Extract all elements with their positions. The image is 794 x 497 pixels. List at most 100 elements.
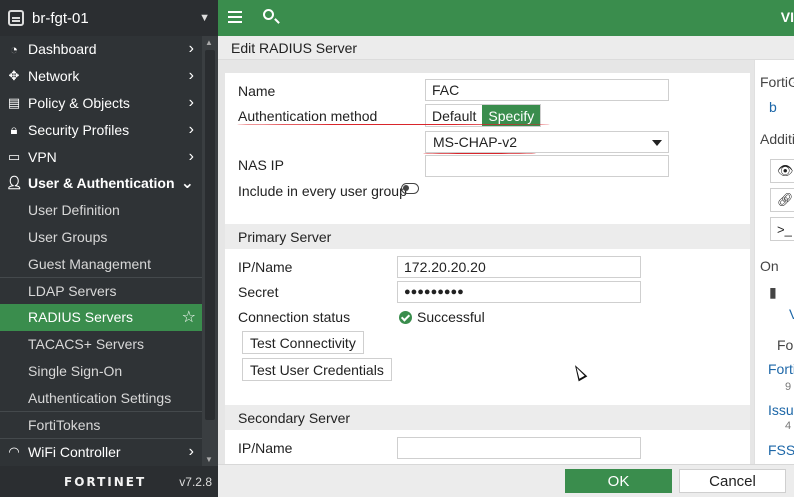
chevron-right-icon: › — [188, 147, 194, 165]
monitor-icon: ▭ — [7, 148, 21, 164]
sidebar-scrollbar[interactable]: ▲ ▼ — [202, 36, 218, 466]
nas-ip-input[interactable] — [425, 155, 669, 177]
nav-ldap-servers[interactable]: LDAP Servers — [0, 277, 202, 304]
nav-label: Dashboard — [28, 41, 97, 58]
nav-policy-objects[interactable]: ▤ Policy & Objects › — [0, 90, 202, 117]
info-device-link[interactable]: b — [769, 99, 777, 115]
device-selector[interactable]: br-fgt-01 ▼ — [0, 0, 218, 36]
nav-label: Guest Management — [28, 255, 151, 272]
primary-server-section: Primary Server — [225, 224, 750, 249]
check-circle-icon — [399, 310, 412, 324]
test-connectivity-button[interactable]: Test Connectivity — [242, 331, 364, 354]
forum-link-3[interactable]: FSSC — [768, 442, 794, 458]
scroll-down-icon[interactable]: ▼ — [205, 455, 213, 464]
info-additional-label: Additi — [760, 131, 794, 147]
wifi-icon: ◠ — [8, 443, 20, 459]
nav-authentication-settings[interactable]: Authentication Settings — [0, 384, 202, 411]
primary-secret-label: Secret — [238, 284, 279, 300]
secondary-server-section: Secondary Server — [225, 405, 750, 430]
network-icon: ✥ — [8, 68, 20, 84]
info-fortigate-label: FortiG — [760, 74, 794, 90]
fortinet-logo: FORTINET — [64, 474, 147, 489]
name-input[interactable]: FAC — [425, 79, 669, 101]
view-button[interactable]: 👁︎ — [770, 159, 794, 183]
info-forum-label: Fo — [777, 337, 794, 353]
nav-menu: ◔ Dashboard › ✥ Network › ▤ Policy & Objects ›… — [0, 36, 202, 465]
sidebar: br-fgt-01 ▼ ◔ Dashboard › ✥ Network › ▤ Polic… — [0, 0, 218, 497]
dropdown-caret-icon — [652, 140, 662, 146]
cli-button[interactable]: >_ — [770, 217, 794, 241]
device-name: br-fgt-01 — [32, 9, 89, 27]
star-icon[interactable]: ☆ — [182, 307, 196, 327]
auth-specify-option[interactable]: Specify — [482, 105, 541, 126]
policy-icon: ▤ — [7, 94, 21, 110]
auth-protocol-select[interactable]: MS-CHAP-v2 — [425, 131, 669, 153]
nav-user-authentication[interactable]: 👤︎ User & Authentication ⌄ — [0, 170, 202, 197]
nav-tacacs-servers[interactable]: TACACS+ Servers — [0, 331, 202, 358]
red-annotation-underline — [423, 153, 536, 154]
nav-label: User & Authentication — [28, 175, 175, 192]
auth-protocol-value: MS-CHAP-v2 — [433, 134, 518, 150]
nav-label: User Definition — [28, 202, 120, 219]
secondary-ip-label: IP/Name — [238, 440, 293, 456]
terminal-icon: >_ — [777, 221, 792, 237]
dialog-footer: OK Cancel — [218, 464, 794, 497]
connection-status: Successful — [399, 309, 485, 325]
cancel-button[interactable]: Cancel — [679, 469, 786, 493]
search-icon[interactable] — [263, 9, 274, 20]
nav-label: Security Profiles — [28, 121, 130, 138]
primary-ip-input[interactable]: 172.20.20.20 — [397, 256, 641, 278]
connection-status-label: Connection status — [238, 309, 351, 325]
red-annotation-underline — [237, 124, 550, 125]
chevron-down-icon: ▼ — [199, 12, 210, 24]
nav-label: Network — [28, 68, 80, 85]
ok-button[interactable]: OK — [565, 469, 672, 493]
nav-guest-management[interactable]: Guest Management — [0, 250, 202, 277]
nav-label: FortiTokens — [28, 417, 101, 434]
nav-wifi-controller[interactable]: ◠ WiFi Controller › — [0, 437, 202, 465]
nav-user-groups[interactable]: User Groups — [0, 224, 202, 251]
nav-single-sign-on[interactable]: Single Sign-On — [0, 358, 202, 385]
nav-fortitokens[interactable]: FortiTokens — [0, 411, 202, 438]
forum-count-1: 9 — [785, 381, 792, 393]
dashboard-icon: ◔ — [10, 41, 18, 57]
forum-link-1[interactable]: Forti — [768, 361, 794, 377]
menu-icon[interactable] — [228, 11, 242, 13]
version-label: v7.2.8 — [179, 474, 212, 489]
auth-default-option[interactable]: Default — [426, 105, 482, 126]
nav-label: Policy & Objects — [28, 94, 130, 111]
book-icon[interactable]: ▮ — [769, 284, 777, 301]
nav-label: WiFi Controller — [28, 443, 121, 460]
chevron-right-icon: › — [188, 93, 194, 111]
video-link[interactable]: V — [789, 306, 794, 322]
nav-label: TACACS+ Servers — [28, 336, 145, 353]
scrollbar-thumb[interactable] — [205, 50, 215, 420]
reference-button[interactable]: 🔗︎ — [770, 188, 794, 212]
nav-network[interactable]: ✥ Network › — [0, 63, 202, 90]
primary-secret-input[interactable]: ●●●●●●●●● — [397, 281, 641, 303]
connection-status-value: Successful — [417, 309, 485, 325]
info-online-label: On — [760, 258, 779, 274]
nav-security-profiles[interactable]: 🔒︎ Security Profiles › — [0, 116, 202, 143]
topbar-right-text: VI — [780, 9, 794, 25]
secondary-ip-input[interactable] — [397, 437, 641, 459]
forum-link-2[interactable]: Issue — [768, 402, 794, 418]
chevron-down-icon: ⌄ — [180, 175, 194, 193]
include-group-toggle[interactable] — [401, 183, 419, 194]
device-icon — [8, 10, 24, 26]
nav-user-definition[interactable]: User Definition — [0, 197, 202, 224]
test-user-credentials-button[interactable]: Test User Credentials — [242, 358, 392, 381]
top-bar: VI — [218, 0, 794, 36]
nav-dashboard[interactable]: ◔ Dashboard › — [0, 36, 202, 63]
lock-icon: 🔒︎ — [10, 121, 18, 137]
include-group-label: Include in every user group — [238, 183, 407, 199]
scroll-up-icon[interactable]: ▲ — [205, 38, 213, 47]
nas-ip-label: NAS IP — [238, 157, 284, 173]
chevron-right-icon: › — [188, 120, 194, 138]
chevron-right-icon: › — [188, 40, 194, 58]
nav-label: Single Sign-On — [28, 362, 123, 379]
chevron-right-icon: › — [188, 442, 194, 460]
sidebar-footer: FORTINET v7.2.8 — [0, 466, 218, 497]
nav-vpn[interactable]: ▭ VPN › — [0, 143, 202, 170]
nav-radius-servers[interactable]: RADIUS Servers ☆ — [0, 303, 202, 331]
